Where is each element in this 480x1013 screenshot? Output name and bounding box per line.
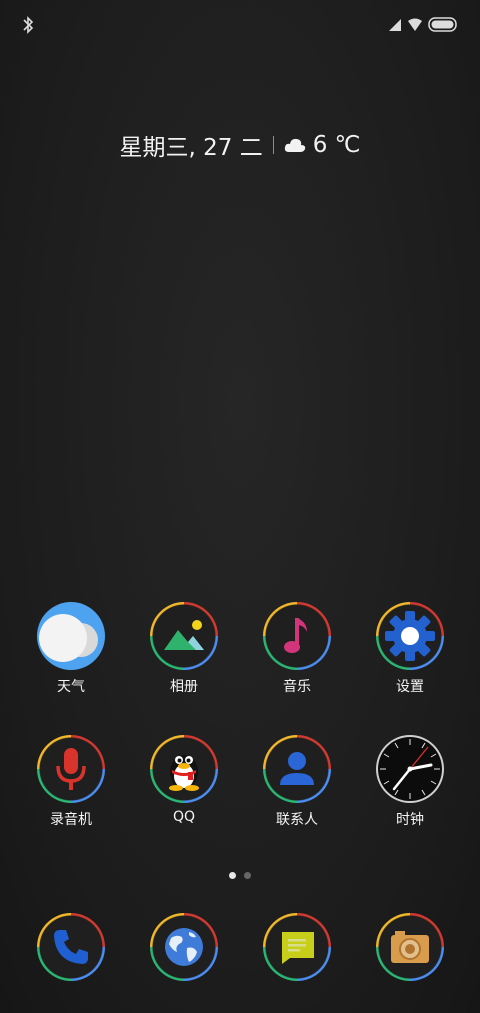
- app-recorder[interactable]: 录音机: [23, 735, 119, 845]
- gallery-icon: [150, 602, 218, 670]
- status-bar: [0, 0, 480, 52]
- app-gallery[interactable]: 相册: [136, 602, 232, 712]
- app-label: 天气: [57, 679, 85, 695]
- contact-icon: [263, 735, 331, 803]
- qq-penguin-icon: [150, 735, 218, 803]
- music-icon: [263, 602, 331, 670]
- page-dot-active[interactable]: [229, 872, 236, 879]
- message-icon: [263, 913, 331, 981]
- wifi-icon: [408, 18, 422, 31]
- divider: [272, 136, 274, 154]
- gear-icon: [376, 602, 444, 670]
- dock-camera[interactable]: [362, 913, 458, 1013]
- app-label: 联系人: [276, 812, 318, 828]
- clock-icon: [376, 735, 444, 803]
- status-icons: [388, 17, 458, 32]
- page-indicator: [0, 872, 480, 879]
- temperature-text: 6 ℃: [312, 132, 361, 158]
- camera-icon: [376, 913, 444, 981]
- dock-browser[interactable]: [136, 913, 232, 1013]
- dock-phone[interactable]: [23, 913, 119, 1013]
- app-label: 相册: [170, 679, 198, 695]
- app-label: 时钟: [396, 812, 424, 828]
- app-label: 设置: [396, 679, 424, 695]
- phone-icon: [37, 913, 105, 981]
- date-weather-widget[interactable]: 星期三, 27 二 6 ℃: [0, 128, 480, 162]
- app-label: QQ: [172, 809, 196, 825]
- bluetooth-icon: [23, 16, 34, 34]
- microphone-icon: [37, 735, 105, 803]
- cloud-icon: [284, 138, 305, 152]
- app-label: 录音机: [50, 812, 92, 828]
- app-label: 音乐: [283, 679, 311, 695]
- app-settings[interactable]: 设置: [362, 602, 458, 712]
- globe-icon: [150, 913, 218, 981]
- app-music[interactable]: 音乐: [249, 602, 345, 712]
- weather-icon: [37, 602, 105, 670]
- app-qq[interactable]: QQ: [136, 735, 232, 845]
- dock-messages[interactable]: [249, 913, 345, 1013]
- battery-icon: [428, 17, 457, 32]
- date-text: 星期三, 27 二: [119, 135, 263, 161]
- app-clock[interactable]: 时钟: [362, 735, 458, 845]
- app-contacts[interactable]: 联系人: [249, 735, 345, 845]
- page-dot[interactable]: [244, 872, 251, 879]
- signal-icon: [389, 18, 401, 31]
- app-weather[interactable]: 天气: [23, 602, 119, 712]
